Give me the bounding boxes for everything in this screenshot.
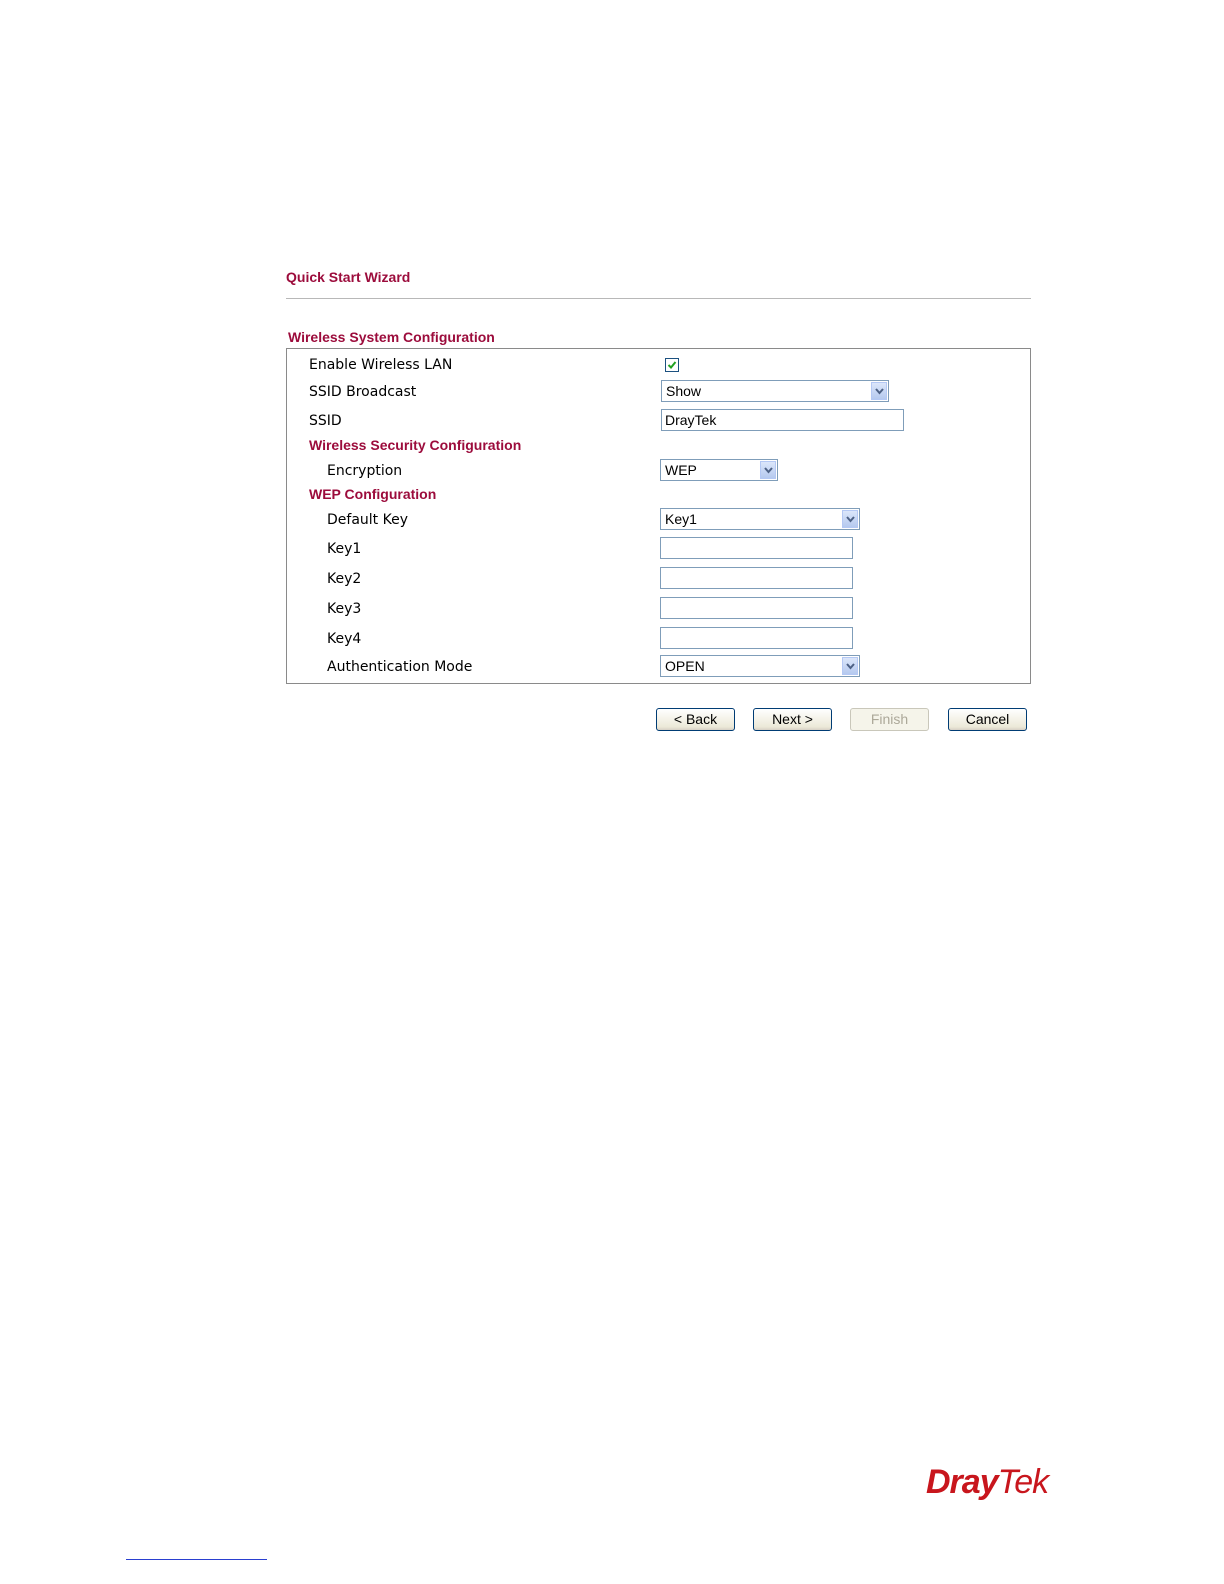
- ssid-broadcast-label: SSID Broadcast: [309, 384, 417, 400]
- ssid-input[interactable]: DrayTek: [661, 409, 904, 431]
- ssid-label: SSID: [309, 413, 342, 429]
- check-icon: [667, 361, 677, 369]
- key3-label: Key3: [327, 601, 362, 617]
- back-button[interactable]: < Back: [656, 708, 735, 731]
- footer-divider: [126, 1559, 267, 1560]
- ssid-broadcast-select[interactable]: Show: [661, 380, 889, 402]
- title-divider: [286, 298, 1031, 299]
- chevron-down-icon[interactable]: [760, 461, 776, 479]
- key4-input[interactable]: [660, 627, 853, 649]
- next-button[interactable]: Next >: [753, 708, 832, 731]
- logo-text-dray: Dray: [926, 1463, 999, 1501]
- key4-label: Key4: [327, 631, 362, 647]
- key1-label: Key1: [327, 541, 362, 557]
- key1-input[interactable]: [660, 537, 853, 559]
- security-heading: Wireless Security Configuration: [309, 437, 522, 453]
- key2-label: Key2: [327, 571, 362, 587]
- ssid-value: DrayTek: [665, 412, 717, 428]
- auth-mode-label: Authentication Mode: [327, 659, 473, 675]
- encryption-select[interactable]: WEP: [660, 459, 778, 481]
- row-ssid-broadcast: SSID Broadcast Show: [287, 380, 1030, 406]
- row-encryption: Encryption WEP: [287, 459, 1030, 485]
- row-key3: Key3: [287, 597, 1030, 623]
- row-auth-mode: Authentication Mode OPEN: [287, 655, 1030, 681]
- chevron-down-icon[interactable]: [871, 382, 887, 400]
- enable-wireless-checkbox[interactable]: [665, 358, 679, 372]
- default-key-select[interactable]: Key1: [660, 508, 860, 530]
- auth-mode-value: OPEN: [665, 658, 705, 674]
- page-title: Quick Start Wizard: [286, 269, 411, 285]
- cancel-button[interactable]: Cancel: [948, 708, 1027, 731]
- row-enable-wireless: Enable Wireless LAN: [287, 353, 1030, 379]
- enable-wireless-label: Enable Wireless LAN: [309, 357, 453, 373]
- finish-button[interactable]: Finish: [850, 708, 929, 731]
- default-key-value: Key1: [665, 511, 697, 527]
- default-key-label: Default Key: [327, 512, 408, 528]
- row-key4: Key4: [287, 627, 1030, 653]
- logo-text-tek: Tek: [997, 1463, 1050, 1501]
- draytek-logo: DrayTek: [926, 1463, 1050, 1507]
- row-ssid: SSID DrayTek: [287, 409, 1030, 435]
- row-default-key: Default Key Key1: [287, 508, 1030, 534]
- row-key1: Key1: [287, 537, 1030, 563]
- config-panel: Enable Wireless LAN SSID Broadcast Show …: [286, 348, 1031, 684]
- section-title: Wireless System Configuration: [288, 329, 495, 345]
- key3-input[interactable]: [660, 597, 853, 619]
- ssid-broadcast-value: Show: [666, 383, 702, 399]
- auth-mode-select[interactable]: OPEN: [660, 655, 860, 677]
- row-key2: Key2: [287, 567, 1030, 593]
- encryption-label: Encryption: [327, 463, 403, 479]
- encryption-value: WEP: [665, 462, 697, 478]
- key2-input[interactable]: [660, 567, 853, 589]
- chevron-down-icon[interactable]: [842, 510, 858, 528]
- wep-heading: WEP Configuration: [309, 486, 437, 502]
- chevron-down-icon[interactable]: [842, 657, 858, 675]
